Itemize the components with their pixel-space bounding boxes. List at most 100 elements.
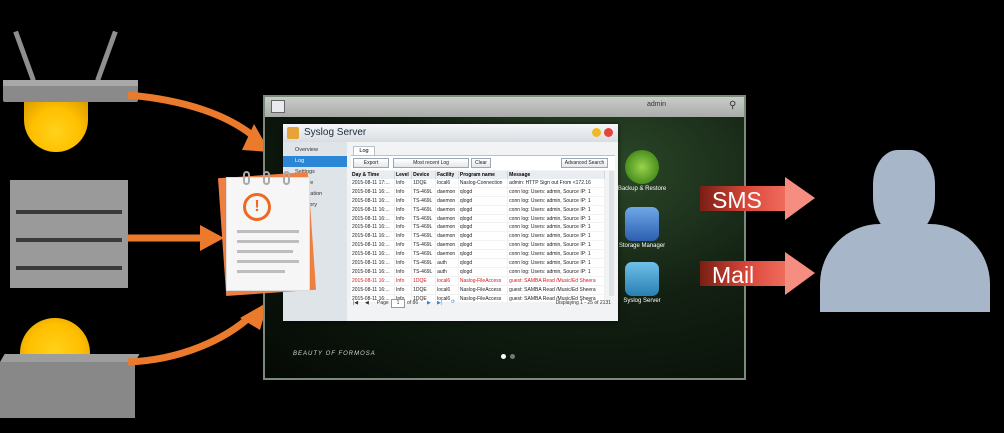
- table-cell: conn log: Users: admin, Source IP: 1: [507, 258, 605, 268]
- advanced-search-button[interactable]: Advanced Search: [561, 158, 608, 168]
- export-button[interactable]: Export: [353, 158, 389, 168]
- user-name[interactable]: admin: [647, 101, 666, 108]
- table-cell: TS-469L: [411, 205, 437, 215]
- clear-button[interactable]: Clear: [471, 158, 491, 168]
- warning-icon: !: [243, 193, 271, 221]
- table-cell: 2015-08-11 17:...: [351, 179, 396, 188]
- table-cell: TS-469L: [411, 222, 437, 233]
- table-row[interactable]: 2015-08-11 16:... Info TS-469L auth qlogd con…: [351, 267, 605, 277]
- table-cell: qlogd: [458, 258, 509, 268]
- table-cell: daemon: [435, 240, 459, 251]
- table-row[interactable]: 2015-08-11 16:... Info TS-469L auth qlogd con…: [351, 258, 605, 268]
- nas-desktop-screen: admin ⚲ Backup & Restore Storage Manager…: [263, 95, 746, 380]
- column-header[interactable]: Day & Time: [351, 171, 396, 179]
- prev-page-button[interactable]: ◀: [365, 300, 369, 306]
- column-header[interactable]: Device: [411, 171, 437, 179]
- column-header[interactable]: Level: [394, 171, 413, 179]
- table-cell: 1DQE: [411, 276, 437, 286]
- table-cell: Info: [394, 249, 413, 260]
- table-cell: qlogd: [458, 222, 509, 233]
- table-row[interactable]: 2015-08-11 16:... Info TS-469L daemon qlogd c…: [351, 187, 605, 197]
- table-cell: conn log: Users: admin, Source IP: 1: [507, 267, 605, 277]
- table-cell: conn log: Users: admin, Source IP: 1: [507, 222, 605, 233]
- table-row[interactable]: 2015-08-11 16:... Info TS-469L daemon qlogd c…: [351, 196, 605, 206]
- sms-label: SMS: [712, 187, 762, 213]
- user-person-body: [820, 224, 990, 312]
- wallpaper-logo: BEAUTY OF FORMOSA: [293, 351, 376, 357]
- column-header[interactable]: Program name: [458, 171, 509, 179]
- table-row[interactable]: 2015-08-11 16:... Info TS-469L daemon qlogd c…: [351, 222, 605, 233]
- log-document-icon: [226, 171, 310, 291]
- table-cell: auth: [435, 267, 459, 277]
- table-row[interactable]: 2015-08-11 16:...Info1DQElocal6Naslog-Fi…: [351, 276, 605, 286]
- table-cell: daemon: [435, 205, 459, 215]
- table-cell: Info: [394, 231, 413, 242]
- table-row[interactable]: 2015-08-11 16:... Info TS-469L daemon qlogd c…: [351, 231, 605, 242]
- storage-manager-icon: [625, 207, 659, 241]
- table-row[interactable]: 2015-08-11 17:... Info 1DQE local6 Naslog-Co…: [351, 179, 605, 188]
- table-row[interactable]: 2015-08-11 16:... Info TS-469L daemon qlogd c…: [351, 240, 605, 251]
- close-button[interactable]: [604, 128, 613, 137]
- window-titlebar[interactable]: Syslog Server: [283, 124, 618, 142]
- table-cell: Info: [394, 214, 413, 224]
- table-row[interactable]: 2015-08-11 16:... Info TS-469L daemon qlogd c…: [351, 249, 605, 260]
- table-cell: daemon: [435, 249, 459, 260]
- last-page-button[interactable]: ▶|: [437, 300, 442, 306]
- sidebar-item-log[interactable]: Log: [283, 156, 347, 167]
- table-cell: Naslog-FileAccess: [458, 285, 509, 295]
- minimize-button[interactable]: [592, 128, 601, 137]
- binder-ring-icon: [243, 171, 250, 185]
- table-cell: TS-469L: [411, 267, 437, 277]
- main-menu-icon[interactable]: [271, 100, 285, 113]
- table-cell: auth: [435, 258, 459, 268]
- table-cell: daemon: [435, 214, 459, 224]
- binder-ring-icon: [283, 171, 290, 185]
- sidebar-item-overview[interactable]: Overview: [283, 145, 347, 156]
- table-cell: Info: [394, 276, 413, 286]
- page-indicator[interactable]: [499, 346, 517, 364]
- log-scrollbar[interactable]: [609, 171, 614, 296]
- log-filter-select[interactable]: Most recent Log: [393, 158, 469, 168]
- table-cell: 2015-08-11 16:...: [351, 231, 396, 242]
- table-cell: Info: [394, 187, 413, 197]
- first-page-button[interactable]: |◀: [353, 300, 358, 306]
- table-cell: Info: [394, 179, 413, 188]
- table-cell: TS-469L: [411, 187, 437, 197]
- refresh-icon[interactable]: ⟳: [451, 299, 455, 305]
- table-cell: qlogd: [458, 231, 509, 242]
- table-cell: Info: [394, 258, 413, 268]
- table-cell: qlogd: [458, 267, 509, 277]
- table-cell: TS-469L: [411, 258, 437, 268]
- page-dot-active[interactable]: [501, 354, 506, 359]
- table-cell: 2015-08-11 16:...: [351, 214, 396, 224]
- table-cell: conn log: Users: admin, Source IP: 1: [507, 240, 605, 251]
- table-cell: daemon: [435, 222, 459, 233]
- table-cell: Info: [394, 267, 413, 277]
- table-cell: conn log: Users: admin, Source IP: 1: [507, 205, 605, 215]
- table-cell: guest: SAMBA Read /Music/Ed Sheera: [507, 276, 605, 286]
- column-header[interactable]: Message: [507, 171, 605, 179]
- page-dot[interactable]: [510, 354, 515, 359]
- page-input[interactable]: 1: [391, 299, 405, 308]
- table-cell: TS-469L: [411, 214, 437, 224]
- table-row[interactable]: 2015-08-11 16:...Info1DQElocal6Naslog-Fi…: [351, 285, 605, 295]
- search-icon[interactable]: ⚲: [729, 100, 736, 111]
- binder-ring-icon: [263, 171, 270, 185]
- table-cell: 1DQE: [411, 285, 437, 295]
- table-row[interactable]: 2015-08-11 16:... Info TS-469L daemon qlogd c…: [351, 205, 605, 215]
- table-cell: qlogd: [458, 240, 509, 251]
- table-cell: daemon: [435, 196, 459, 206]
- window-title: Syslog Server: [304, 127, 367, 138]
- column-header[interactable]: Facility: [435, 171, 459, 179]
- table-row[interactable]: 2015-08-11 16:... Info TS-469L daemon qlogd c…: [351, 214, 605, 224]
- table-cell: Info: [394, 222, 413, 233]
- table-cell: TS-469L: [411, 231, 437, 242]
- table-cell: conn log: Users: admin, Source IP: 1: [507, 214, 605, 224]
- next-page-button[interactable]: ▶: [427, 300, 431, 306]
- table-cell: Info: [394, 196, 413, 206]
- table-cell: qlogd: [458, 196, 509, 206]
- table-cell: conn log: Users: admin, Source IP: 1: [507, 196, 605, 206]
- mail-arrow: Mail: [700, 252, 815, 295]
- backup-restore-icon: [625, 150, 659, 184]
- table-cell: TS-469L: [411, 249, 437, 260]
